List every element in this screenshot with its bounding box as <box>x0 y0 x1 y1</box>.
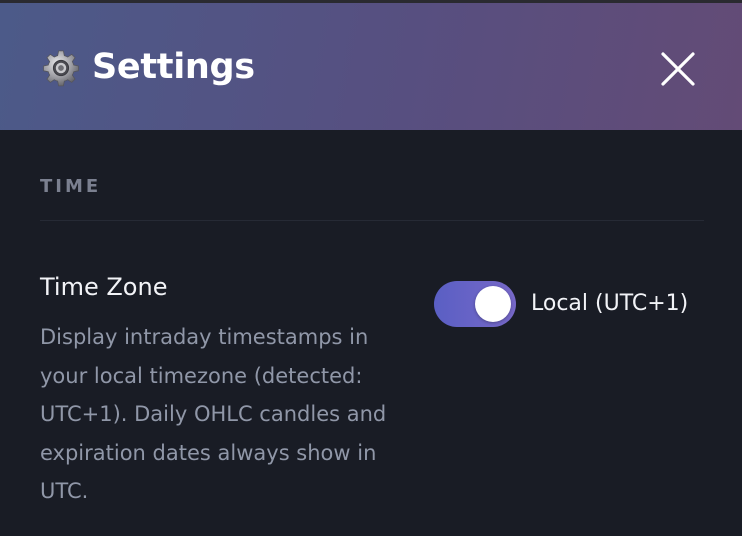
time-zone-label: Time Zone <box>40 273 168 301</box>
time-zone-toggle[interactable] <box>434 281 516 327</box>
gear-icon <box>43 50 79 87</box>
time-zone-description: Display intraday timestamps in your loca… <box>40 325 387 503</box>
close-icon[interactable] <box>656 47 700 91</box>
section-title-time: TIME <box>40 176 102 197</box>
settings-panel: Settings TIME Time Zone Display intraday… <box>0 0 742 536</box>
section-divider <box>40 220 704 221</box>
settings-header: Settings <box>0 3 742 130</box>
toggle-knob <box>475 286 511 322</box>
page-title: Settings <box>92 47 255 87</box>
time-zone-value: Local (UTC+1) <box>531 291 689 316</box>
